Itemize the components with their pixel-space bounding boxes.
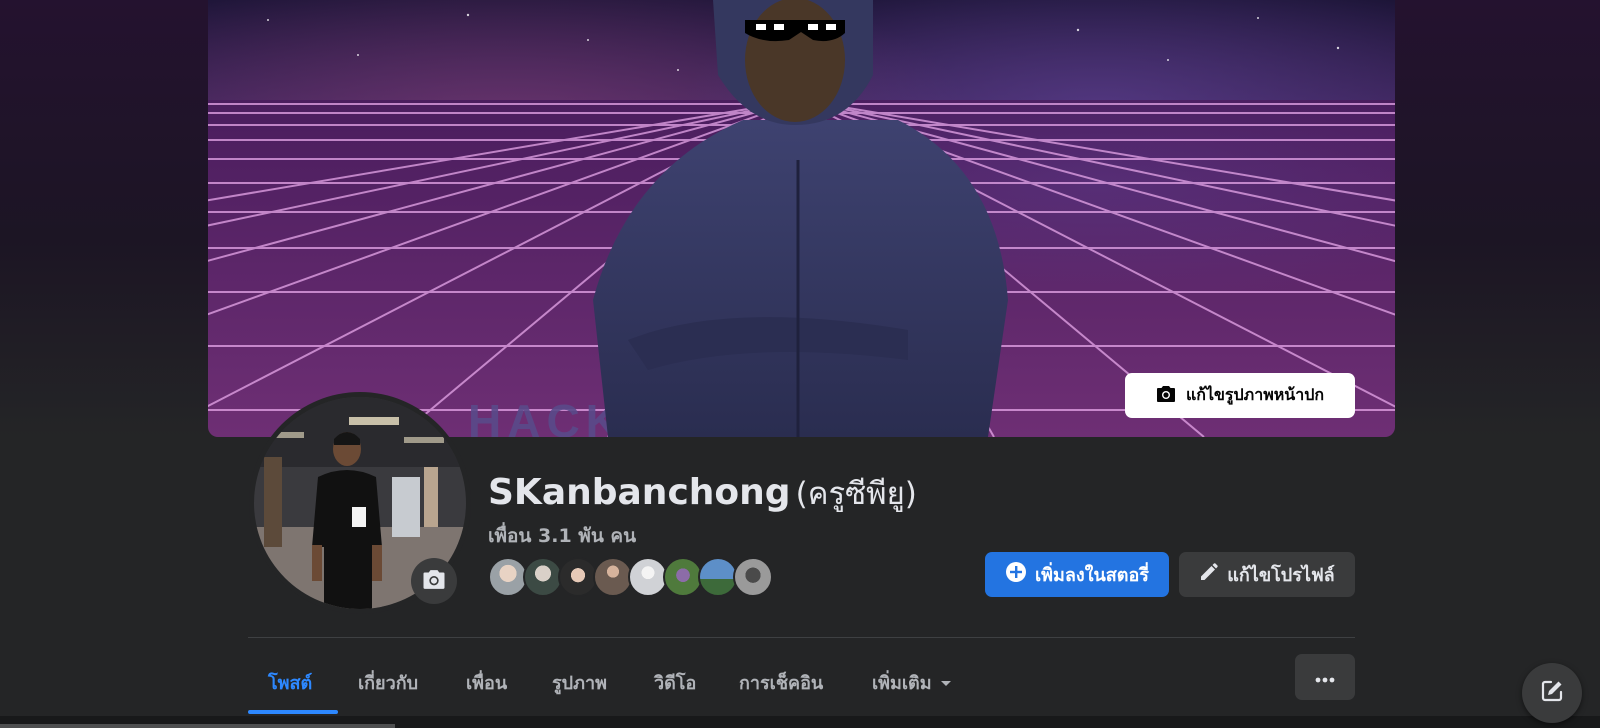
friend-avatar[interactable] <box>488 557 528 597</box>
tab-friends-label: เพื่อน <box>466 672 508 694</box>
camera-icon <box>422 569 446 594</box>
cover-photo[interactable]: HACKERMAN <box>208 0 1395 437</box>
compose-icon <box>1539 678 1565 708</box>
caret-down-icon <box>940 672 952 693</box>
tab-photos-label: รูปภาพ <box>552 672 607 694</box>
new-message-button[interactable] <box>1522 663 1582 723</box>
update-profile-picture-button[interactable] <box>411 558 457 604</box>
tab-more-label: เพิ่มเติม <box>872 672 932 694</box>
tab-about-label: เกี่ยวกับ <box>358 672 419 694</box>
camera-icon <box>1156 385 1176 407</box>
tab-videos[interactable]: วิดีโอ <box>654 652 696 712</box>
profile-alternate-name: (ครูซีพียู) <box>795 476 917 512</box>
edit-cover-photo-button[interactable]: แก้ไขรูปภาพหน้าปก <box>1125 373 1355 418</box>
horizontal-scrollbar[interactable] <box>0 724 395 728</box>
friend-avatar[interactable] <box>733 557 773 597</box>
add-to-story-button[interactable]: เพิ่มลงในสตอรี่ <box>985 552 1169 597</box>
profile-divider <box>248 637 1355 638</box>
profile-display-name: SKanbanchong <box>488 472 791 513</box>
pencil-icon <box>1199 562 1219 587</box>
tab-friends[interactable]: เพื่อน <box>466 652 507 712</box>
friend-avatar[interactable] <box>698 557 738 597</box>
tab-more[interactable]: เพิ่มเติม <box>872 652 952 712</box>
friend-avatar[interactable] <box>663 557 703 597</box>
tab-videos-label: วิดีโอ <box>654 672 697 694</box>
tab-posts-label: โพสต์ <box>268 672 313 694</box>
more-options-button[interactable] <box>1295 654 1355 700</box>
edit-profile-button[interactable]: แก้ไขโปรไฟล์ <box>1179 552 1355 597</box>
friend-avatar[interactable] <box>593 557 633 597</box>
edit-cover-photo-label: แก้ไขรูปภาพหน้าปก <box>1185 385 1325 404</box>
friend-avatar[interactable] <box>523 557 563 597</box>
tab-checkins-label: การเช็คอิน <box>739 672 824 694</box>
friend-avatar[interactable] <box>628 557 668 597</box>
tab-checkins[interactable]: การเช็คอิน <box>739 652 823 712</box>
tab-posts[interactable]: โพสต์ <box>268 652 312 712</box>
add-to-story-label: เพิ่มลงในสตอรี่ <box>1035 565 1149 586</box>
friend-avatar[interactable] <box>558 557 598 597</box>
tab-photos[interactable]: รูปภาพ <box>552 652 607 712</box>
profile-name: SKanbanchong (ครูซีพียู) <box>488 468 917 518</box>
active-tab-indicator <box>248 710 338 714</box>
edit-profile-label: แก้ไขโปรไฟล์ <box>1227 565 1335 586</box>
tab-about[interactable]: เกี่ยวกับ <box>358 652 418 712</box>
friend-count-link[interactable]: เพื่อน 3.1 พัน คน <box>488 521 636 551</box>
plus-circle-icon <box>1005 561 1027 588</box>
ellipsis-icon <box>1315 668 1335 687</box>
